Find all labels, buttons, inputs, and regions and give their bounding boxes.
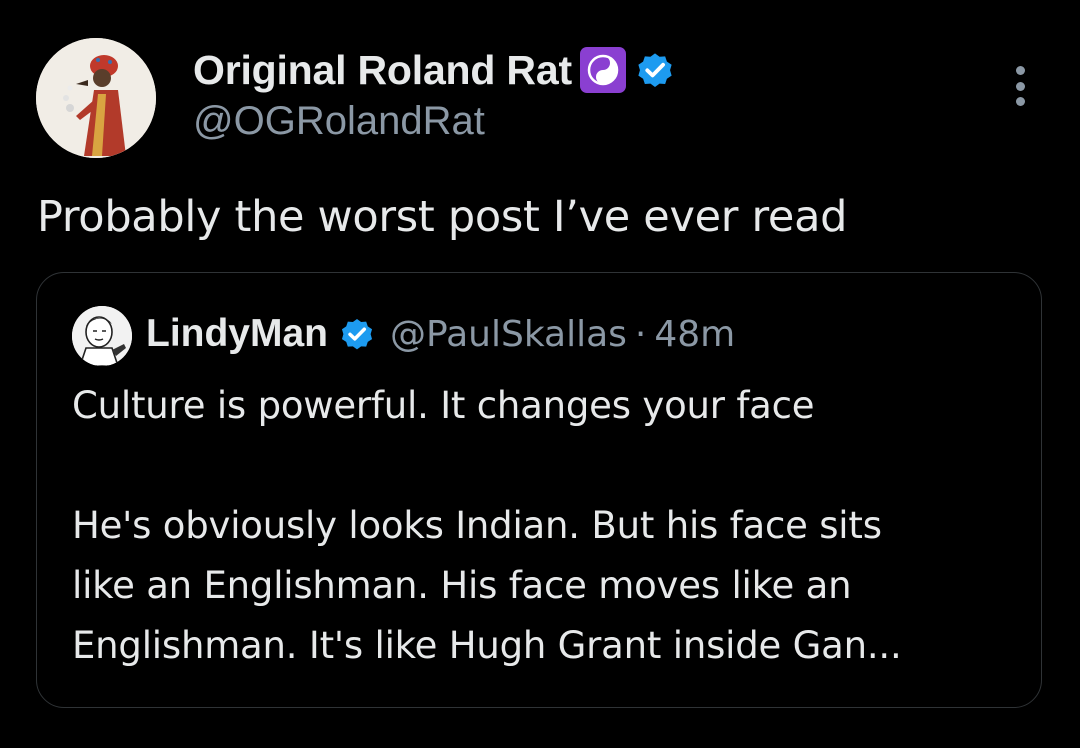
author-handle[interactable]: @OGRolandRat <box>193 99 485 144</box>
author-display-name[interactable]: Original Roland Rat <box>193 47 572 94</box>
quoted-handle[interactable]: @PaulSkallas <box>390 314 627 355</box>
more-options-button[interactable] <box>1002 62 1038 110</box>
yin-yang-icon <box>579 47 626 93</box>
more-vertical-icon <box>1015 66 1025 75</box>
author-avatar[interactable] <box>36 38 156 158</box>
verified-icon <box>634 49 676 91</box>
quoted-header: LindyMan @PaulSkallas · 48m <box>146 310 735 358</box>
quoted-timestamp[interactable]: 48m <box>654 314 735 355</box>
quoted-display-name[interactable]: LindyMan <box>146 312 328 356</box>
quoted-author-avatar[interactable] <box>72 306 132 366</box>
quoted-text-line: Culture is powerful. It changes your fac… <box>72 384 815 427</box>
separator-dot: · <box>634 313 647 355</box>
verified-icon <box>338 315 376 353</box>
author-name-row: Original Roland Rat <box>193 46 676 94</box>
tweet: Original Roland Rat @OGRolandRat Probabl… <box>0 0 1080 748</box>
quoted-text-line: He's obviously looks Indian. But his fac… <box>72 504 882 547</box>
quoted-text-line: Englishman. It's like Hugh Grant inside … <box>72 624 902 667</box>
tweet-text: Probably the worst post I’ve ever read <box>37 192 848 242</box>
quoted-text-line: like an Englishman. His face moves like … <box>72 564 852 607</box>
